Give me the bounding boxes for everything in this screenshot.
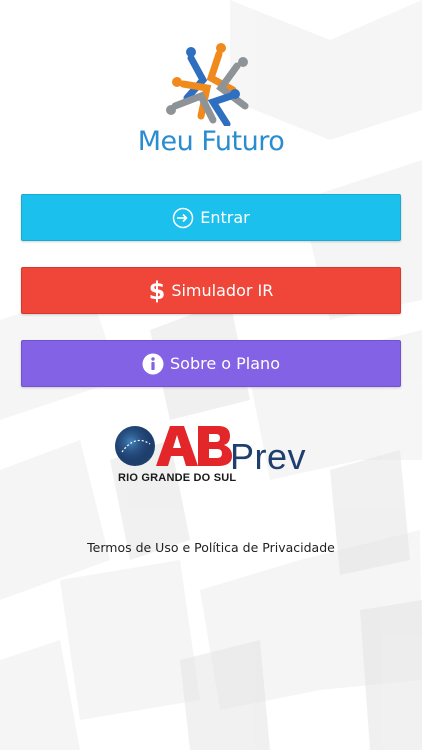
- terms-privacy-link[interactable]: Termos de Uso e Política de Privacidade: [0, 540, 422, 555]
- partner-prev-text: Prev: [230, 436, 307, 477]
- simulador-ir-button[interactable]: $ Simulador IR: [21, 267, 401, 314]
- info-icon: [142, 353, 164, 375]
- login-icon: [172, 207, 194, 229]
- meu-futuro-logo-icon: [166, 43, 249, 126]
- sobre-o-plano-button[interactable]: Sobre o Plano: [21, 340, 401, 387]
- dollar-icon: $: [148, 276, 166, 305]
- partner-subtitle: RIO GRANDE DO SUL: [118, 472, 237, 484]
- entrar-button[interactable]: Entrar: [21, 194, 401, 241]
- app-logo: Meu Futuro: [0, 40, 422, 157]
- entrar-label: Entrar: [200, 208, 250, 227]
- app-name: Meu Futuro: [137, 126, 285, 157]
- sobre-o-plano-label: Sobre o Plano: [170, 354, 280, 373]
- simulador-ir-label: Simulador IR: [171, 281, 274, 300]
